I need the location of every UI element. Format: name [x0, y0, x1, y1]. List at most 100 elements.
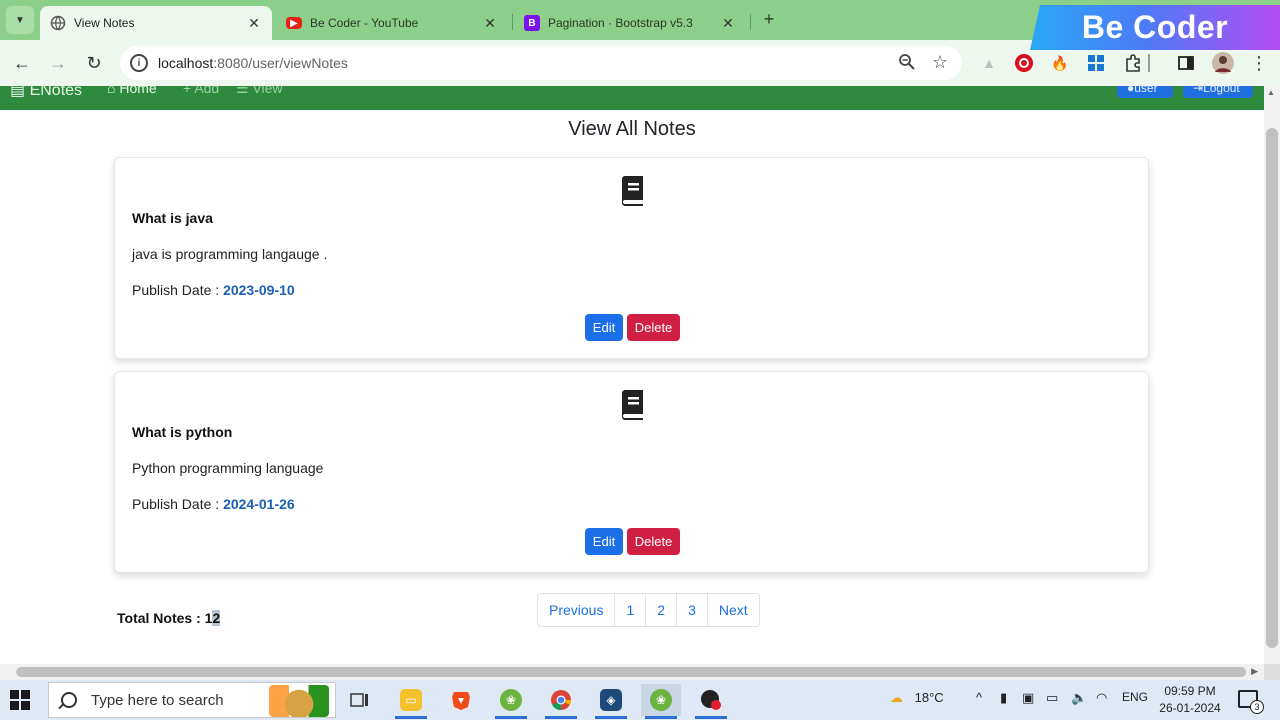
globe-icon	[50, 15, 66, 31]
note-description: java is programming langauge .	[132, 246, 328, 262]
kebab-menu-icon[interactable]: ⋮	[1248, 52, 1270, 74]
edit-button[interactable]: Edit	[585, 314, 623, 341]
extension-fire-icon[interactable]: 🔥	[1049, 52, 1071, 74]
address-bar[interactable]: i localhost:8080/user/viewNotes ☆	[120, 46, 962, 80]
logout-icon: ⇥	[1193, 86, 1204, 95]
tab-bootstrap[interactable]: B Pagination · Bootstrap v5.3 ✕	[514, 6, 746, 40]
extension-grid-icon[interactable]	[1085, 52, 1107, 74]
close-icon[interactable]: ✕	[246, 15, 262, 32]
search-highlight-art	[269, 685, 329, 717]
chrome-icon[interactable]	[541, 684, 581, 719]
task-view-icon[interactable]	[340, 684, 380, 716]
side-panel-icon[interactable]	[1175, 52, 1197, 74]
reload-icon: ↻	[86, 52, 102, 73]
user-button[interactable]: ● user	[1117, 86, 1173, 98]
vertical-scroll-thumb[interactable]	[1266, 128, 1278, 648]
list-icon: ☰	[236, 86, 253, 96]
total-notes-value-selected: 2	[212, 610, 221, 626]
mysql-workbench-icon[interactable]: ◈	[591, 684, 631, 719]
pagination-previous[interactable]: Previous	[538, 594, 616, 626]
zoom-icon[interactable]	[898, 53, 916, 76]
tray-phone-icon[interactable]: ▮	[1000, 690, 1007, 706]
chevron-down-icon: ▼	[15, 14, 25, 26]
pagination-page-2[interactable]: 2	[646, 594, 678, 626]
close-icon[interactable]: ✕	[482, 15, 498, 32]
close-icon[interactable]: ✕	[720, 15, 736, 32]
pagination-page-1[interactable]: 1	[615, 594, 647, 626]
site-info-icon[interactable]: i	[130, 54, 148, 72]
language-indicator[interactable]: ENG	[1122, 690, 1148, 704]
note-card: What is java java is programming langaug…	[114, 157, 1149, 359]
windows-start-icon[interactable]	[10, 690, 30, 710]
extensions-puzzle-icon[interactable]	[1122, 52, 1144, 74]
tab-youtube[interactable]: ▶ Be Coder - YouTube ✕	[276, 6, 508, 40]
vertical-scrollbar[interactable]: ▲	[1264, 86, 1280, 664]
notification-center-icon[interactable]: 3	[1238, 690, 1264, 714]
edit-button[interactable]: Edit	[585, 528, 623, 555]
channel-banner: Be Coder	[1030, 5, 1280, 50]
windows-taskbar: Type here to search ▭ ❀ ◈ ❀ ☁ 18°C ^ ▮ ▣…	[0, 680, 1280, 720]
logout-button[interactable]: ⇥ Logout	[1183, 86, 1253, 98]
url-text[interactable]: localhost:8080/user/viewNotes	[158, 55, 348, 71]
file-explorer-icon[interactable]: ▭	[391, 684, 431, 719]
tray-network-device-icon[interactable]: ▣	[1022, 690, 1034, 706]
clock-date: 26-01-2024	[1159, 701, 1221, 715]
pagination: Previous 1 2 3 Next	[537, 593, 760, 627]
search-icon	[61, 692, 77, 708]
pagination-page-3[interactable]: 3	[677, 594, 708, 626]
wifi-icon[interactable]: ◠	[1096, 690, 1107, 706]
volume-icon[interactable]: 🔈	[1071, 690, 1087, 706]
weather-icon: ☁	[890, 690, 903, 705]
forward-button[interactable]: →	[45, 50, 71, 76]
total-notes: Total Notes : 12	[117, 610, 221, 626]
navbar-brand[interactable]: ▤ ENotes	[10, 86, 82, 100]
weather-widget[interactable]: ☁ 18°C	[890, 690, 944, 706]
note-publish-date: Publish Date : 2023-09-10	[132, 282, 295, 298]
plus-icon: +	[183, 86, 195, 96]
pagination-next[interactable]: Next	[708, 594, 759, 626]
scrollbar-corner	[1264, 664, 1280, 680]
bookmark-star-icon[interactable]: ☆	[932, 52, 948, 73]
horizontal-scroll-thumb[interactable]	[16, 667, 1246, 677]
tab-view-notes[interactable]: View Notes ✕	[40, 6, 272, 40]
tray-battery-icon[interactable]: ▭	[1046, 690, 1058, 706]
back-button[interactable]: ←	[9, 50, 35, 76]
tab-divider	[512, 14, 513, 30]
delete-button[interactable]: Delete	[627, 314, 680, 341]
tab-title: Pagination · Bootstrap v5.3	[548, 16, 693, 30]
app-navbar: ▤ ENotes ⌂ Home + Add ☰ View ● user ⇥ Lo…	[0, 86, 1264, 110]
tab-divider	[750, 14, 751, 30]
user-icon: ●	[1127, 86, 1135, 95]
tab-title: Be Coder - YouTube	[310, 16, 419, 30]
spring-tool-icon[interactable]: ❀	[641, 684, 681, 719]
clock-time: 09:59 PM	[1164, 684, 1216, 698]
temperature: 18°C	[914, 690, 944, 705]
taskbar-search[interactable]: Type here to search	[48, 682, 336, 718]
new-tab-button[interactable]: +	[758, 8, 780, 30]
spring-tool-icon[interactable]: ❀	[491, 684, 531, 719]
note-description: Python programming language	[132, 460, 324, 476]
extension-warning-icon[interactable]: ▲	[978, 52, 1000, 74]
scroll-right-icon[interactable]: ▶	[1251, 666, 1258, 677]
reload-button[interactable]: ↻	[81, 50, 107, 76]
nav-view[interactable]: ☰ View	[236, 86, 283, 97]
nav-home[interactable]: ⌂ Home	[107, 86, 157, 96]
scroll-up-icon[interactable]: ▲	[1267, 88, 1275, 97]
taskbar-clock[interactable]: 09:59 PM 26-01-2024	[1150, 683, 1230, 717]
extension-shield-icon[interactable]	[1013, 52, 1035, 74]
plus-icon: +	[763, 8, 775, 29]
recorder-icon[interactable]	[691, 684, 731, 719]
brave-browser-icon[interactable]	[441, 684, 481, 716]
notes-icon: ▤	[10, 86, 30, 99]
nav-add[interactable]: + Add	[183, 86, 219, 96]
page-title: View All Notes	[568, 118, 696, 140]
delete-button[interactable]: Delete	[627, 528, 680, 555]
profile-avatar[interactable]	[1212, 52, 1234, 74]
horizontal-scrollbar[interactable]: ▶	[0, 664, 1264, 680]
book-icon	[622, 390, 643, 420]
tab-search-button[interactable]: ▼	[6, 6, 34, 34]
notification-count: 3	[1250, 700, 1264, 714]
book-icon	[622, 176, 643, 206]
note-date-value: 2024-01-26	[223, 496, 295, 512]
tray-expand-icon[interactable]: ^	[976, 690, 982, 705]
